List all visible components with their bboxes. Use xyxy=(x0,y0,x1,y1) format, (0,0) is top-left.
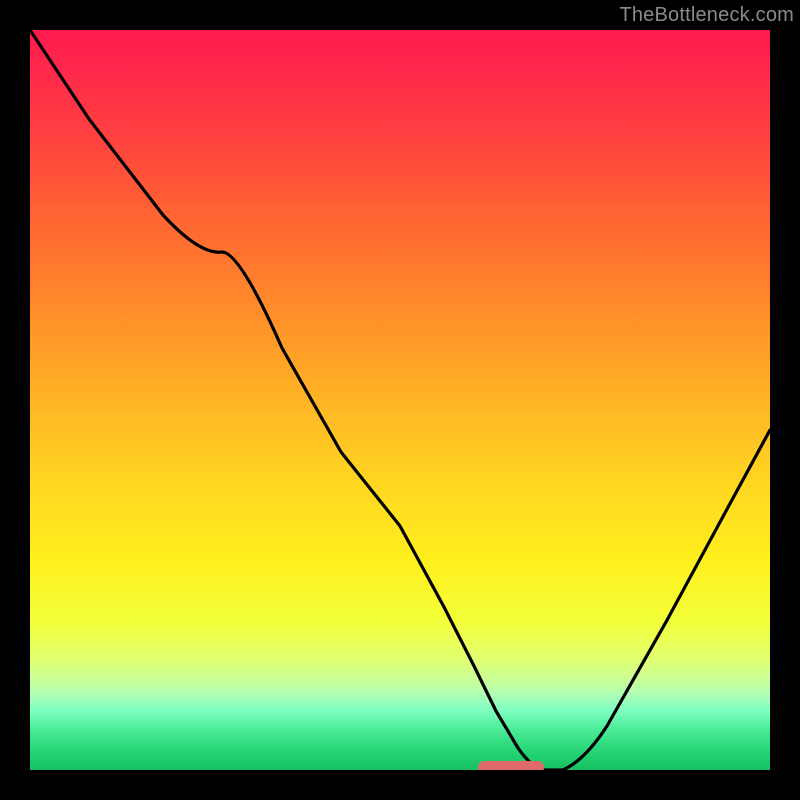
watermark-text: TheBottleneck.com xyxy=(619,4,794,27)
chart-marker xyxy=(478,761,544,770)
chart-curve xyxy=(30,30,770,770)
chart-overlay xyxy=(30,30,770,770)
